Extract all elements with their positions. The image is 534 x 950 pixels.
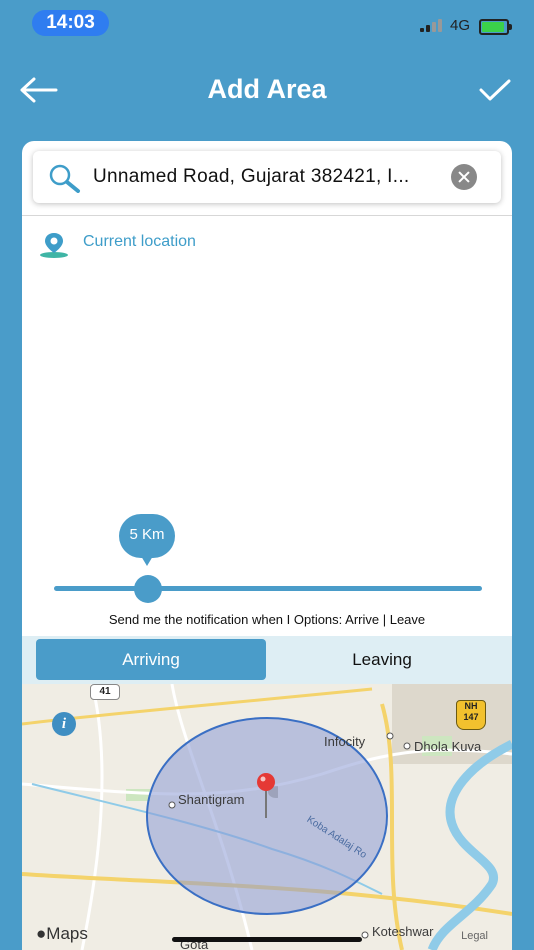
clear-icon[interactable]: [451, 164, 477, 190]
notification-text: Send me the notification when I Options:…: [108, 612, 426, 627]
signal-icon: [420, 19, 442, 32]
map-label-koteshwar: Koteshwar: [372, 924, 434, 939]
nav-bar: Add Area: [0, 60, 534, 120]
map-view[interactable]: 41 NH 147 i Shantigram Infocity Dhola Kuv…: [22, 684, 512, 950]
divider: [22, 215, 512, 216]
highway-prefix: NH: [464, 701, 478, 711]
status-bar: 14:03 4G: [0, 0, 534, 48]
radius-slider-thumb[interactable]: [134, 575, 162, 603]
home-indicator: [172, 937, 362, 942]
battery-icon: [479, 19, 512, 35]
search-bar[interactable]: Unnamed Road, Gujarat 382421, I...: [33, 151, 501, 203]
legal-link[interactable]: Legal: [461, 930, 488, 942]
tab-leaving[interactable]: Leaving: [266, 639, 498, 680]
search-input[interactable]: Unnamed Road, Gujarat 382421, I...: [93, 166, 410, 188]
page-title: Add Area: [207, 74, 327, 104]
map-label-dhola-kuva: Dhola Kuva: [414, 739, 482, 754]
map-label-infocity: Infocity: [324, 734, 366, 749]
current-location-label: Current location: [83, 233, 196, 250]
map-label-shantigram: Shantigram: [178, 792, 245, 807]
radius-bubble: 5 Km: [119, 514, 175, 566]
checkmark-icon[interactable]: [478, 74, 512, 106]
apple-logo-icon: ●: [36, 924, 47, 943]
time-label: 14:03: [32, 10, 109, 36]
highway-number: 147: [463, 712, 479, 722]
maps-label: Maps: [46, 924, 88, 943]
tab-arriving[interactable]: Arriving: [36, 639, 266, 680]
radius-slider[interactable]: [54, 586, 482, 591]
area-card: Unnamed Road, Gujarat 382421, I... Curre…: [22, 141, 512, 950]
maps-attribution: ●Maps: [36, 924, 88, 944]
trigger-segmented-control: Arriving Leaving: [22, 636, 512, 684]
location-pin-icon: [40, 233, 68, 258]
highway-shield-147: NH 147: [456, 700, 486, 730]
highway-shield-41: 41: [90, 684, 120, 700]
search-icon: [49, 164, 80, 193]
info-icon[interactable]: i: [52, 712, 76, 736]
map-pin-icon: [257, 773, 278, 818]
network-label: 4G: [450, 17, 471, 34]
